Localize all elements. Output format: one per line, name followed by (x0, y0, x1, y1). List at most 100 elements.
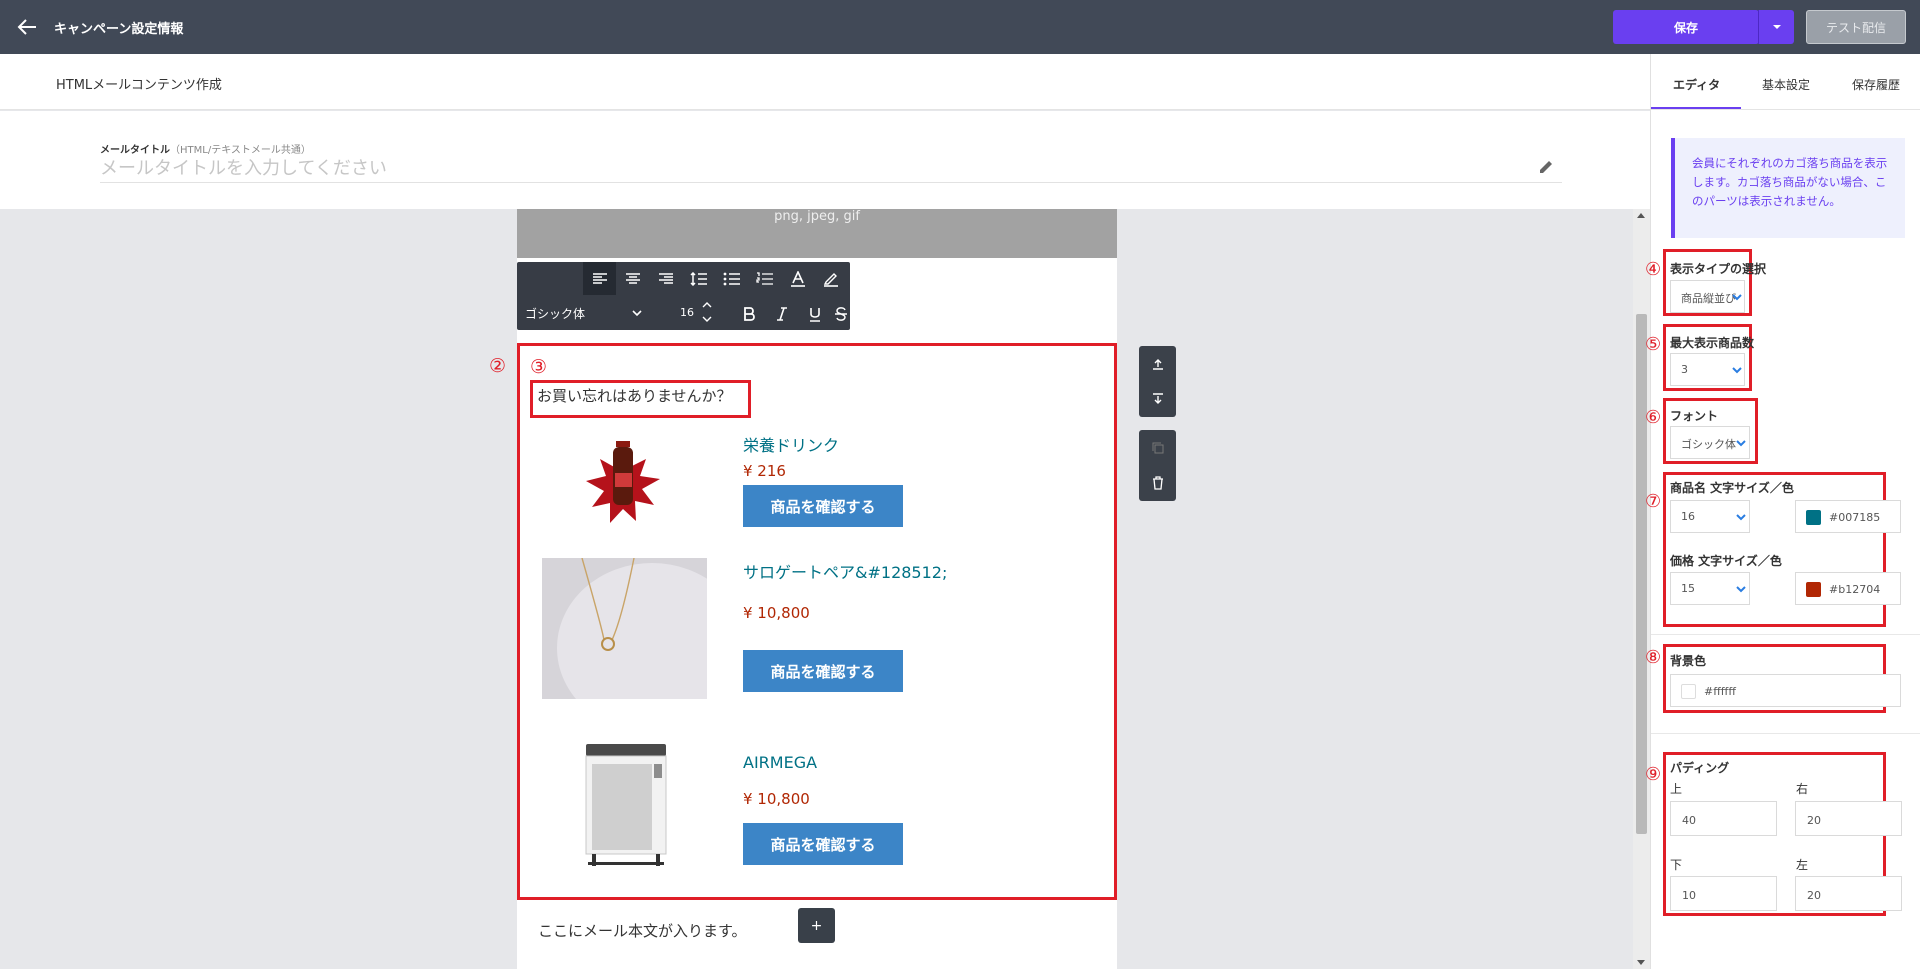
align-right-icon (658, 272, 673, 284)
annotation-6: ⑥ (1645, 407, 1662, 428)
rich-text-toolbar: ゴシック体 16 (517, 262, 850, 330)
scroll-down-arrow-icon[interactable] (1637, 960, 1645, 965)
product-image-air-purifier (585, 744, 667, 866)
price-color-picker[interactable]: #b12704 (1795, 572, 1901, 605)
annotation-8: ⑧ (1645, 647, 1662, 668)
mail-title-area: メールタイトル（HTML/テキストメール共通） (0, 111, 1650, 209)
tab-editor[interactable]: エディタ (1673, 76, 1720, 93)
bullet-list-icon (723, 272, 740, 285)
max-items-value: 3 (1681, 363, 1688, 376)
price-size-value: 15 (1681, 582, 1695, 595)
padding-left-label: 左 (1796, 858, 1809, 872)
product-name-color-value: #007185 (1829, 511, 1881, 524)
divider (1651, 733, 1920, 734)
bullet-list-button[interactable] (715, 262, 748, 295)
product-confirm-button[interactable]: 商品を確認する (743, 823, 903, 865)
italic-icon (776, 306, 787, 321)
bold-button[interactable] (732, 297, 765, 330)
chevron-down-icon (1736, 586, 1746, 593)
image-block[interactable]: png, jpeg, gif (517, 209, 1117, 258)
product-image-necklace (542, 558, 707, 699)
scroll-thumb[interactable] (1636, 314, 1647, 834)
save-button-label: 保存 (1673, 20, 1698, 35)
align-left-button[interactable] (583, 262, 616, 295)
annotation-3: ③ (530, 356, 548, 378)
font-family-select[interactable]: ゴシック体 (525, 305, 585, 322)
product-name[interactable]: AIRMEGA (743, 753, 817, 772)
mail-title-input[interactable] (100, 155, 1562, 183)
price-color-value: #b12704 (1829, 583, 1881, 596)
product-name[interactable]: 栄養ドリンク (743, 432, 839, 456)
padding-right-input[interactable]: 20 (1795, 801, 1902, 836)
align-center-button[interactable] (616, 262, 649, 295)
price-style-label: 価格 文字サイズ／色 (1670, 554, 1782, 568)
align-right-button[interactable] (649, 262, 682, 295)
image-block-formats: png, jpeg, gif (774, 209, 860, 224)
divider (1651, 634, 1920, 635)
annotation-2: ② (489, 355, 507, 377)
email-canvas: png, jpeg, gif ゴシック体 16 ② ③ お買い忘れはありませんか… (0, 209, 1633, 969)
padding-label: パディング (1670, 761, 1730, 775)
product-name[interactable]: サロゲートペア&#128512; (743, 559, 947, 583)
caret-down-icon (1772, 25, 1781, 29)
padding-bottom-label: 下 (1670, 858, 1683, 872)
block-edit-tools (1139, 430, 1176, 501)
scroll-up-arrow-icon[interactable] (1637, 213, 1645, 218)
italic-button[interactable] (765, 297, 798, 330)
product-price: ¥ 10,800 (743, 790, 810, 808)
padding-left-input[interactable]: 20 (1795, 876, 1902, 911)
spinner-icon[interactable] (700, 298, 714, 326)
move-down-icon (1152, 392, 1163, 404)
delete-block-button[interactable] (1139, 465, 1176, 500)
test-send-button[interactable]: テスト配信 (1806, 10, 1906, 44)
text-color-button[interactable] (781, 262, 814, 295)
background-color-picker[interactable]: #ffffff (1670, 674, 1901, 707)
annotation-7: ⑦ (1645, 491, 1662, 512)
strikethrough-button[interactable] (831, 297, 850, 330)
canvas-scrollbar[interactable] (1633, 209, 1650, 969)
strikethrough-icon (834, 306, 847, 321)
chevron-down-icon (632, 310, 642, 317)
info-notice: 会員にそれぞれのカゴ落ち商品を表示します。カゴ落ち商品がない場合、このパーツは表… (1671, 138, 1905, 238)
chevron-down-icon (1732, 367, 1742, 374)
editor-title: HTMLメールコンテンツ作成 (56, 78, 222, 93)
align-center-icon (625, 272, 640, 284)
copy-block-button[interactable] (1139, 430, 1176, 465)
back-arrow-icon[interactable] (14, 14, 40, 40)
padding-top-input[interactable]: 40 (1670, 801, 1777, 836)
pencil-icon[interactable] (1537, 158, 1555, 176)
line-height-button[interactable] (682, 262, 715, 295)
numbered-list-button[interactable] (748, 262, 781, 295)
product-confirm-button[interactable]: 商品を確認する (743, 650, 903, 692)
mail-body-text[interactable]: ここにメール本文が入ります。 (538, 920, 747, 941)
background-color-label: 背景色 (1670, 654, 1707, 668)
font-value: ゴシック体 (1681, 438, 1736, 451)
background-color-value: #ffffff (1704, 685, 1736, 698)
line-height-icon (689, 271, 707, 286)
product-price: ¥ 10,800 (743, 604, 810, 622)
bold-icon (743, 306, 755, 321)
padding-bottom-input[interactable]: 10 (1670, 876, 1777, 911)
product-confirm-button[interactable]: 商品を確認する (743, 485, 903, 527)
page-title: キャンペーン設定情報 (54, 22, 184, 37)
tab-basic-settings[interactable]: 基本設定 (1762, 76, 1810, 93)
color-swatch (1806, 582, 1821, 597)
move-down-button[interactable] (1139, 381, 1176, 416)
panel-tabs: エディタ 基本設定 保存履歴 (1651, 54, 1920, 110)
tab-save-history[interactable]: 保存履歴 (1852, 76, 1900, 93)
max-items-label: 最大表示商品数 (1670, 336, 1755, 350)
color-swatch (1806, 510, 1821, 525)
product-name-color-picker[interactable]: #007185 (1795, 500, 1901, 533)
save-button[interactable]: 保存 (1613, 10, 1759, 44)
save-options-dropdown[interactable] (1758, 10, 1794, 44)
block-title-text[interactable]: お買い忘れはありませんか？ (537, 385, 732, 406)
font-size-input[interactable]: 16 (680, 306, 694, 319)
add-block-button[interactable]: + (798, 908, 835, 943)
move-up-button[interactable] (1139, 346, 1176, 381)
product-price: ¥ 216 (743, 462, 786, 480)
underline-button[interactable] (798, 297, 831, 330)
highlight-button[interactable] (814, 262, 847, 295)
highlighter-icon (823, 272, 838, 287)
padding-right-label: 右 (1796, 782, 1809, 796)
color-swatch (1681, 684, 1696, 699)
